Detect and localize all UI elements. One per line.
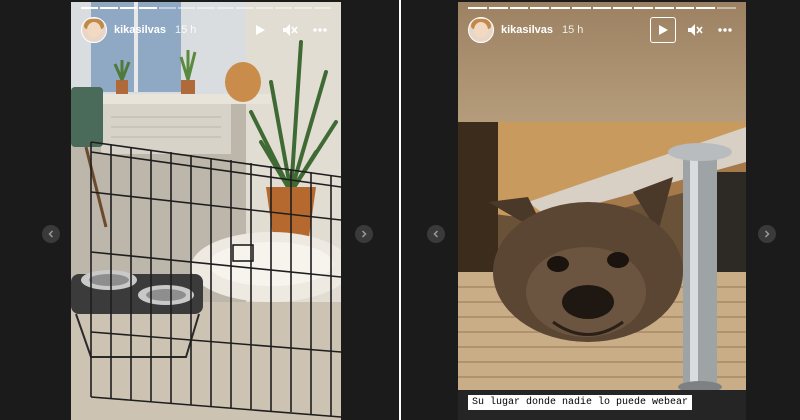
story-image-room	[71, 2, 341, 420]
timestamp: 15 h	[175, 24, 197, 36]
previous-story-button[interactable]	[427, 225, 445, 243]
progress-segment	[81, 7, 99, 9]
next-story-button[interactable]	[355, 225, 373, 243]
play-icon	[256, 25, 265, 35]
speaker-muted-icon	[283, 24, 298, 36]
chevron-right-icon	[361, 230, 367, 238]
progress-segment	[255, 7, 273, 9]
next-story-button[interactable]	[758, 225, 776, 243]
progress-segment	[696, 7, 716, 9]
story-caption: Su lugar donde nadie lo puede webear	[468, 395, 693, 410]
story-header: kikasilvas 15 h	[468, 16, 736, 44]
progress-segment	[654, 7, 674, 9]
more-options-button[interactable]	[309, 19, 331, 41]
play-button[interactable]	[249, 19, 271, 41]
timestamp: 15 h	[562, 24, 584, 36]
mute-button[interactable]	[684, 19, 706, 41]
progress-segment	[177, 7, 196, 9]
progress-segment	[216, 7, 235, 9]
progress-segment	[634, 7, 653, 9]
progress-segment	[158, 7, 176, 9]
right-story-viewer: kikasilvas 15 h Su lugar donde nadie lo …	[401, 0, 800, 420]
progress-segment	[274, 7, 293, 9]
progress-segment	[294, 7, 312, 9]
more-options-button[interactable]	[714, 19, 736, 41]
previous-story-button[interactable]	[42, 225, 60, 243]
story-image-dog	[458, 2, 746, 420]
progress-segment	[592, 7, 612, 9]
progress-segment	[313, 7, 332, 9]
chevron-left-icon	[433, 230, 439, 238]
progress-segment	[468, 7, 487, 9]
play-icon	[659, 25, 668, 35]
story-media[interactable]: kikasilvas 15 h Su lugar donde nadie lo …	[458, 2, 746, 420]
progress-segment	[236, 7, 254, 9]
story-controls	[650, 17, 736, 43]
mute-button[interactable]	[279, 19, 301, 41]
progress-segment	[717, 7, 736, 9]
username[interactable]: kikasilvas	[501, 24, 553, 36]
progress-segment	[139, 7, 157, 9]
progress-segment	[100, 7, 118, 9]
progress-segment	[551, 7, 570, 9]
story-progress-bar	[81, 7, 332, 9]
more-icon	[718, 28, 732, 32]
story-controls	[249, 19, 331, 41]
progress-segment	[197, 7, 215, 9]
progress-segment	[119, 7, 138, 9]
story-media[interactable]: kikasilvas 15 h	[71, 2, 341, 420]
play-button[interactable]	[650, 17, 676, 43]
chevron-right-icon	[764, 230, 770, 238]
progress-segment	[571, 7, 591, 9]
story-header: kikasilvas 15 h	[81, 16, 331, 44]
progress-segment	[530, 7, 550, 9]
more-icon	[313, 28, 327, 32]
avatar[interactable]	[81, 17, 107, 43]
progress-segment	[488, 7, 508, 9]
username[interactable]: kikasilvas	[114, 24, 166, 36]
progress-segment	[675, 7, 695, 9]
left-story-viewer: kikasilvas 15 h	[0, 0, 399, 420]
progress-segment	[613, 7, 633, 9]
speaker-muted-icon	[688, 24, 703, 36]
avatar[interactable]	[468, 17, 494, 43]
chevron-left-icon	[48, 230, 54, 238]
story-progress-bar	[468, 7, 736, 9]
progress-segment	[509, 7, 529, 9]
